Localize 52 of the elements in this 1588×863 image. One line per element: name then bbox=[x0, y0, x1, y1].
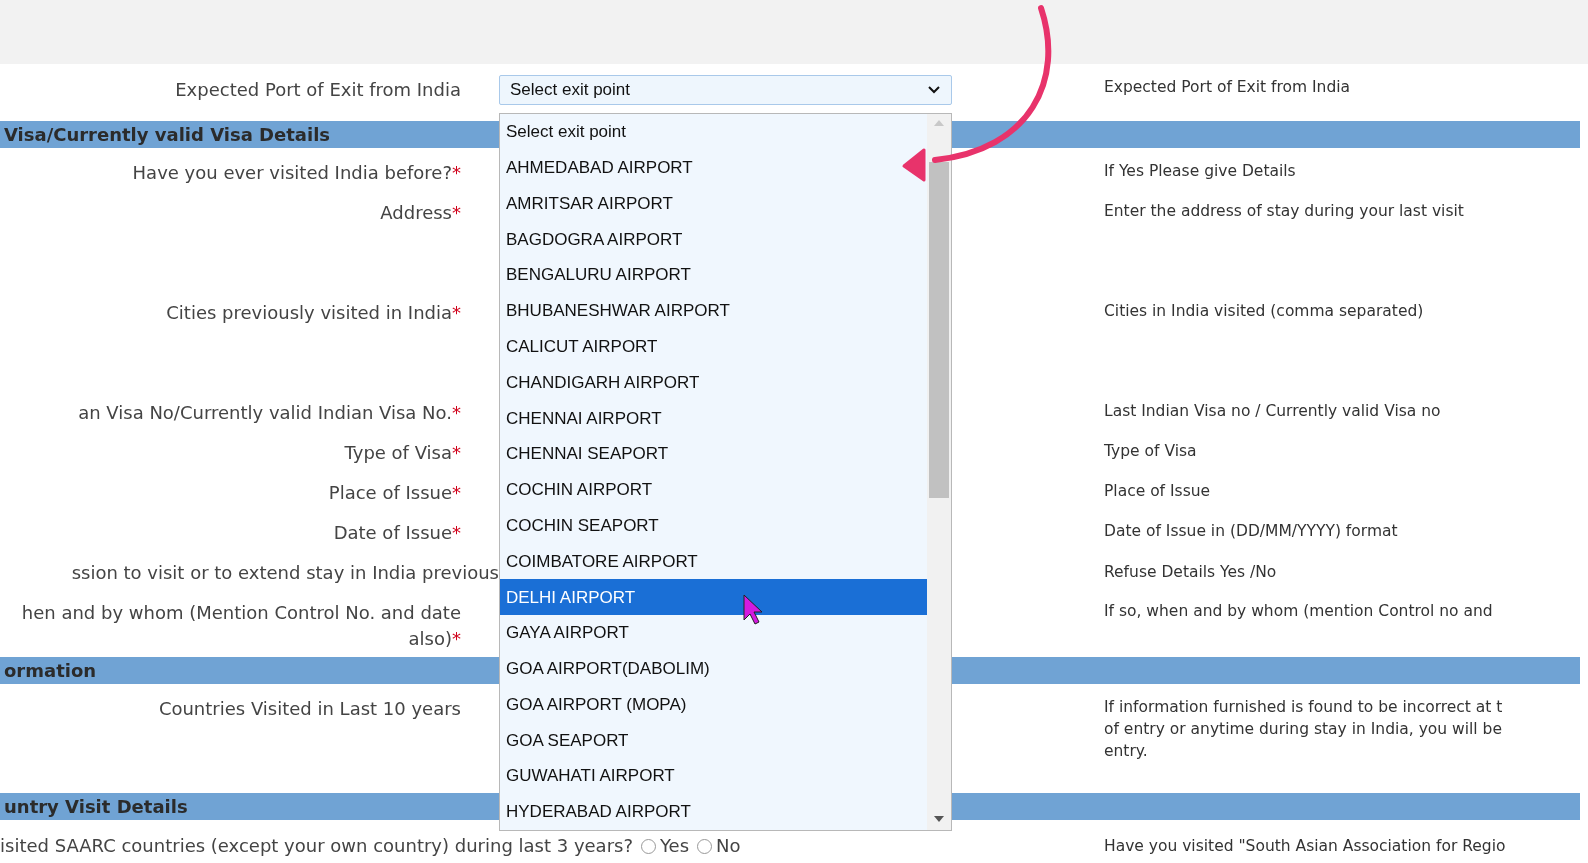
help-text: If so, when and by whom (mention Control no and bbox=[1104, 601, 1494, 622]
dropdown-option[interactable]: CALICUT AIRPORT bbox=[500, 328, 927, 365]
dropdown-option[interactable]: GAYA AIRPORT bbox=[500, 615, 927, 651]
help-text: If Yes Please give Details bbox=[1104, 161, 1297, 182]
dropdown-option[interactable]: AMRITSAR AIRPORT bbox=[500, 185, 927, 222]
field-label: hen and by whom (Mention Control No. and date also)* bbox=[20, 601, 461, 651]
dropdown-option[interactable]: CHENNAI SEAPORT bbox=[500, 436, 927, 472]
help-text: Enter the address of stay during your last visit bbox=[1104, 201, 1465, 222]
dropdown-option[interactable]: COCHIN SEAPORT bbox=[500, 507, 927, 544]
help-text: Date of Issue in (DD/MM/YYYY) format bbox=[1104, 521, 1399, 542]
field-label: isited SAARC countries (except your own country) during last 3 years? bbox=[0, 835, 633, 857]
field-label: Address* bbox=[380, 201, 461, 225]
radio-option[interactable]: No bbox=[697, 835, 741, 857]
scroll-up-icon bbox=[934, 120, 944, 126]
dropdown-option[interactable]: AHMEDABAD AIRPORT bbox=[500, 149, 927, 186]
field-label: Countries Visited in Last 10 years bbox=[158, 697, 461, 721]
scroll-down-icon bbox=[934, 815, 944, 822]
dropdown-option[interactable]: COCHIN AIRPORT bbox=[500, 471, 927, 508]
dropdown-option[interactable]: CHANDIGARH AIRPORT bbox=[500, 364, 927, 401]
help-text: Place of Issue bbox=[1104, 481, 1212, 502]
help-text: Expected Port of Exit from India bbox=[1104, 77, 1352, 98]
dropdown-option[interactable]: GOA AIRPORT (MOPA) bbox=[500, 686, 927, 723]
help-text: If information furnished is found to be incorrect at t of entry or anytime during stay in India, you will be entry. bbox=[1104, 697, 1504, 762]
radio-option[interactable]: Yes bbox=[641, 835, 690, 857]
exit-port-select[interactable]: Select exit point bbox=[499, 75, 952, 105]
help-text: Cities in India visited (comma separated) bbox=[1104, 301, 1425, 322]
field-label: an Visa No/Currently valid Indian Visa No.* bbox=[78, 401, 461, 425]
scrollbar-thumb[interactable] bbox=[929, 162, 949, 498]
field-label: ssion to visit or to extend stay in India previous bbox=[71, 560, 499, 585]
radio-button[interactable] bbox=[697, 838, 713, 854]
field-label: Place of Issue* bbox=[328, 481, 461, 505]
cursor-icon bbox=[743, 594, 763, 625]
help-text: Refuse Details Yes /No bbox=[1104, 562, 1278, 583]
dropdown-option[interactable]: COIMBATORE AIRPORT bbox=[500, 543, 927, 580]
dropdown-option[interactable]: GOA SEAPORT bbox=[500, 722, 927, 759]
help-text: Last Indian Visa no / Currently valid Visa no bbox=[1104, 401, 1442, 422]
help-text: Type of Visa bbox=[1104, 441, 1198, 462]
field-label: Expected Port of Exit from India bbox=[175, 78, 461, 102]
dropdown-option[interactable]: BENGALURU AIRPORT bbox=[500, 257, 927, 293]
field-label: Cities previously visited in India* bbox=[166, 301, 461, 325]
field-label: Type of Visa* bbox=[344, 441, 461, 465]
field-label: Have you ever visited India before?* bbox=[132, 161, 461, 185]
chevron-down-icon bbox=[927, 85, 941, 95]
dropdown-option[interactable]: GUWAHATI AIRPORT bbox=[500, 758, 927, 795]
field-label: Date of Issue* bbox=[333, 521, 461, 545]
help-text: Have you visited "South Asian Association for Regio bbox=[1103, 836, 1507, 857]
dropdown-option[interactable]: BAGDOGRA AIRPORT bbox=[500, 221, 927, 258]
dropdown-option[interactable]: BHUBANESHWAR AIRPORT bbox=[500, 293, 927, 329]
dropdown-option[interactable]: CHENNAI AIRPORT bbox=[500, 400, 927, 437]
radio-button[interactable] bbox=[641, 838, 656, 854]
dropdown-option[interactable]: DELHI AIRPORT bbox=[500, 579, 927, 616]
scrollbar[interactable] bbox=[927, 114, 951, 830]
